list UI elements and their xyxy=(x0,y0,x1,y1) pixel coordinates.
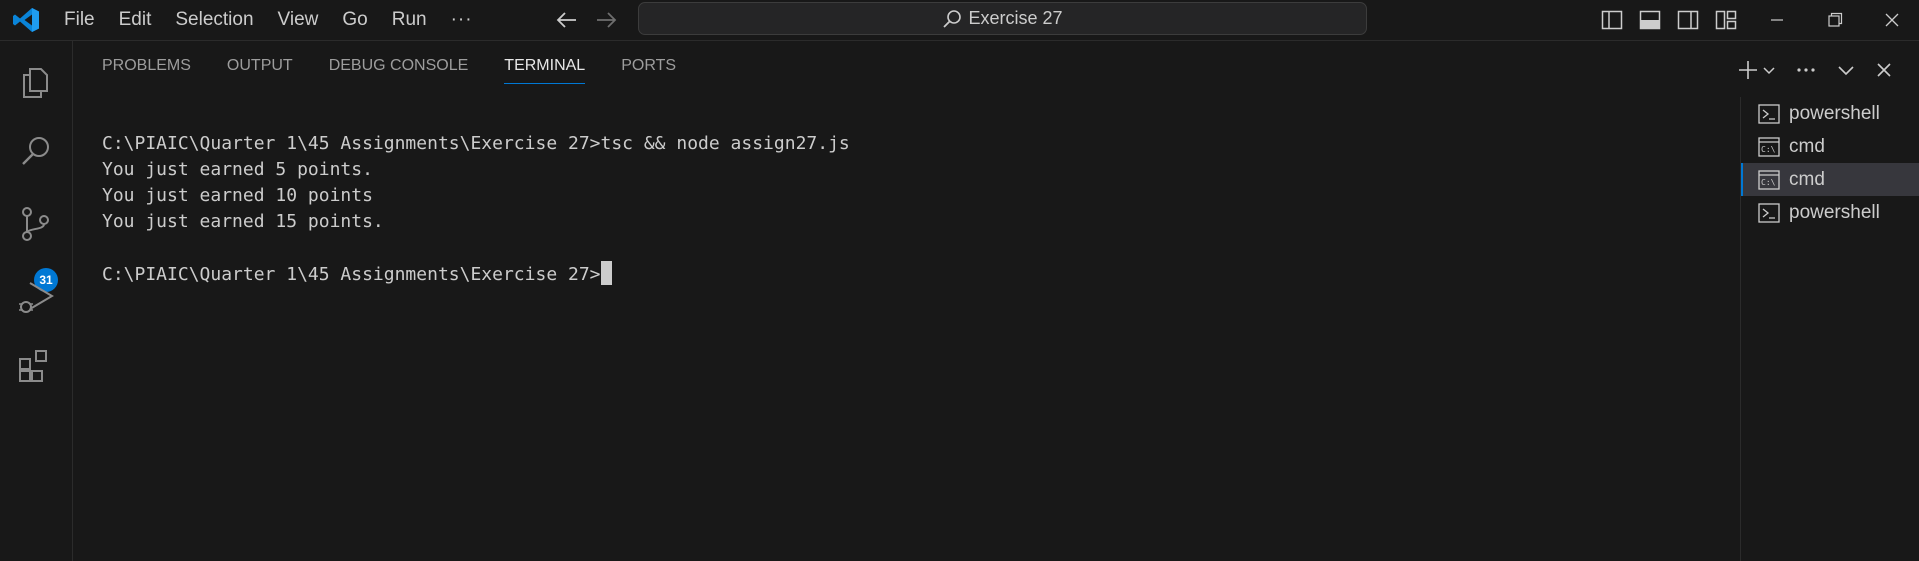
back-arrow-icon[interactable] xyxy=(554,8,580,32)
tab-output[interactable]: OUTPUT xyxy=(227,41,293,91)
terminal-tab-label: powershell xyxy=(1789,102,1880,124)
terminal-tab-powershell[interactable]: powershell xyxy=(1741,196,1919,229)
menu-edit[interactable]: Edit xyxy=(119,9,152,31)
cmd-icon: C:\ xyxy=(1758,169,1780,190)
tab-ports[interactable]: PORTS xyxy=(621,41,676,91)
toggle-primary-sidebar-icon[interactable] xyxy=(1600,8,1624,32)
terminal-prompt: C:\PIAIC\Quarter 1\45 Assignments\Exerci… xyxy=(102,264,601,285)
explorer-files-icon[interactable] xyxy=(16,61,56,101)
svg-text:C:\: C:\ xyxy=(1761,145,1776,154)
restore-icon[interactable] xyxy=(1823,8,1847,32)
powershell-icon xyxy=(1758,103,1780,124)
activity-bar: 31 xyxy=(0,41,73,561)
menu-view[interactable]: View xyxy=(278,9,319,31)
svg-text:C:\: C:\ xyxy=(1761,178,1776,187)
tab-terminal[interactable]: TERMINAL xyxy=(504,41,585,91)
panel-tabs: PROBLEMS OUTPUT DEBUG CONSOLE TERMINAL P… xyxy=(102,41,712,91)
search-title: Exercise 27 xyxy=(968,8,1063,28)
terminal-line: You just earned 5 points. xyxy=(102,159,373,180)
terminal-list: powershell C:\ cmd C:\ cmd powershell xyxy=(1740,97,1919,561)
terminal-line: You just earned 10 points xyxy=(102,185,373,206)
powershell-icon xyxy=(1758,202,1780,223)
menu-bar: File Edit Selection View Go Run ··· xyxy=(64,0,473,40)
more-actions-icon[interactable] xyxy=(1794,58,1818,82)
minimize-icon[interactable] xyxy=(1765,8,1789,32)
extensions-icon[interactable] xyxy=(16,347,56,387)
close-icon[interactable] xyxy=(1880,8,1904,32)
tab-debug-console[interactable]: DEBUG CONSOLE xyxy=(329,41,469,91)
customize-layout-icon[interactable] xyxy=(1714,8,1738,32)
maximize-panel-chevron-icon[interactable] xyxy=(1834,58,1858,82)
toggle-secondary-sidebar-icon[interactable] xyxy=(1676,8,1700,32)
menu-file[interactable]: File xyxy=(64,9,95,31)
terminal-tab-label: cmd xyxy=(1789,168,1825,190)
menu-go[interactable]: Go xyxy=(342,9,367,31)
terminal-tab-cmd[interactable]: C:\ cmd xyxy=(1741,130,1919,163)
command-center-search[interactable]: Exercise 27 xyxy=(638,2,1367,35)
vscode-logo-icon xyxy=(13,8,39,32)
close-panel-icon[interactable] xyxy=(1872,58,1896,82)
toggle-panel-icon[interactable] xyxy=(1638,8,1662,32)
terminal-output[interactable]: C:\PIAIC\Quarter 1\45 Assignments\Exerci… xyxy=(102,131,850,287)
new-terminal-icon[interactable] xyxy=(1736,58,1760,82)
chevron-down-icon[interactable] xyxy=(1761,58,1777,82)
source-control-icon[interactable] xyxy=(16,204,56,244)
terminal-tab-powershell[interactable]: powershell xyxy=(1741,97,1919,130)
search-icon[interactable] xyxy=(16,131,56,171)
cmd-icon: C:\ xyxy=(1758,136,1780,157)
terminal-tab-label: cmd xyxy=(1789,135,1825,157)
terminal-line: You just earned 15 points. xyxy=(102,211,384,232)
terminal-cursor xyxy=(600,261,612,285)
search-icon xyxy=(943,9,962,28)
title-bar: File Edit Selection View Go Run ··· Exer… xyxy=(0,0,1919,41)
terminal-tab-label: powershell xyxy=(1789,201,1880,223)
forward-arrow-icon[interactable] xyxy=(593,8,619,32)
menu-more-button[interactable]: ··· xyxy=(451,9,473,31)
terminal-line: C:\PIAIC\Quarter 1\45 Assignments\Exerci… xyxy=(102,133,850,154)
tab-problems[interactable]: PROBLEMS xyxy=(102,41,191,91)
menu-run[interactable]: Run xyxy=(392,9,427,31)
terminal-prompt-line: C:\PIAIC\Quarter 1\45 Assignments\Exerci… xyxy=(102,261,850,287)
terminal-tab-cmd-selected[interactable]: C:\ cmd xyxy=(1741,163,1919,196)
menu-selection[interactable]: Selection xyxy=(175,9,253,31)
run-debug-icon[interactable] xyxy=(16,277,56,317)
